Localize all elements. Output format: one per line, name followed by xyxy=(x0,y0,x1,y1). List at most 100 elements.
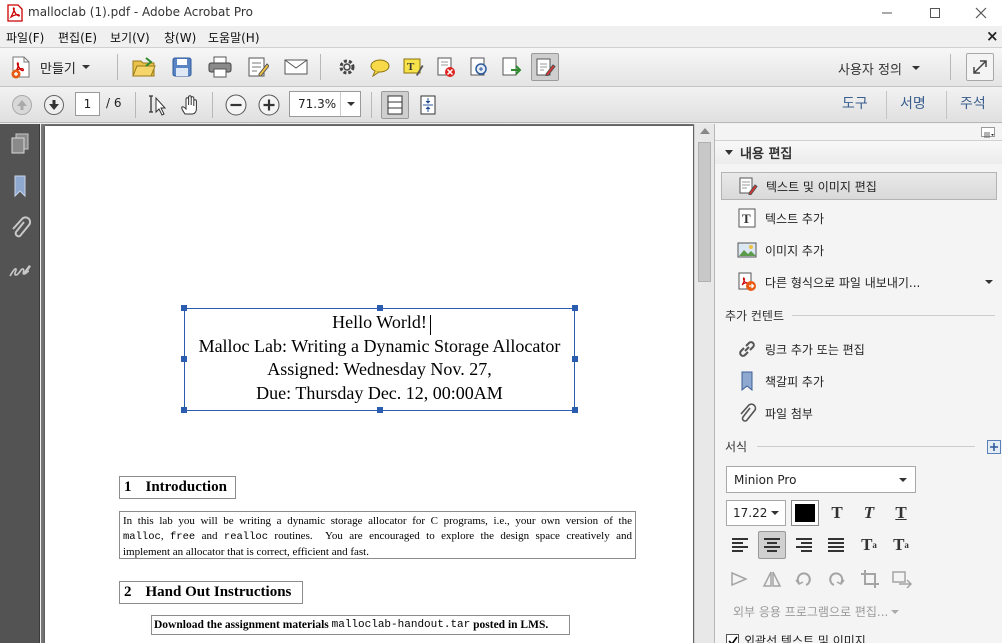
section-heading[interactable]: 1 Introduction xyxy=(119,476,236,499)
main-toolbar: 만들기 T 사용자 정의 xyxy=(0,47,1002,87)
font-value: Minion Pro xyxy=(734,472,797,487)
title-bar: malloclab (1).pdf - Adobe Acrobat Pro xyxy=(0,0,1002,26)
email-icon[interactable] xyxy=(282,53,310,81)
zoom-dropdown-arrow[interactable] xyxy=(340,92,360,116)
show-bounding-boxes-checkbox-row[interactable]: 외곽선 텍스트 및 이미지 xyxy=(726,632,866,643)
comment-icon[interactable] xyxy=(366,53,394,81)
add-link-item[interactable]: 링크 추가 또는 편집 xyxy=(721,335,997,363)
menu-edit[interactable]: 편집(E) xyxy=(58,29,97,46)
font-color-swatch[interactable] xyxy=(791,500,819,526)
intro-paragraph[interactable]: In this lab you will be writing a dynami… xyxy=(119,511,636,559)
redact-icon[interactable] xyxy=(432,53,460,81)
chevron-down-icon[interactable] xyxy=(985,279,993,285)
save-icon[interactable] xyxy=(168,53,196,81)
paperclip-icon xyxy=(737,403,757,423)
gear-icon[interactable] xyxy=(333,53,361,81)
minimize-button[interactable] xyxy=(864,0,910,26)
export-icon[interactable] xyxy=(498,53,526,81)
pdf-page[interactable]: Hello World! Malloc Lab: Writing a Dynam… xyxy=(45,126,693,643)
resize-handle[interactable] xyxy=(377,407,383,413)
align-right-icon[interactable] xyxy=(790,531,818,559)
rotate-left-icon xyxy=(790,565,818,593)
align-center-icon[interactable] xyxy=(758,531,786,559)
create-button[interactable]: 만들기 xyxy=(8,52,102,82)
fit-page-icon[interactable] xyxy=(381,91,409,119)
menu-file[interactable]: 파일(F) xyxy=(6,29,44,46)
close-window-button[interactable] xyxy=(958,0,1002,26)
attach-file-item[interactable]: 파일 첨부 xyxy=(721,399,997,427)
download-instruction[interactable]: Download the assignment materials malloc… xyxy=(151,615,570,635)
customize-dropdown[interactable]: 사용자 정의 xyxy=(838,58,920,78)
header-line: Malloc Lab: Writing a Dynamic Storage Al… xyxy=(198,335,561,356)
chevron-down-icon xyxy=(771,511,779,515)
chevron-down-icon xyxy=(81,65,90,69)
signatures-icon[interactable] xyxy=(6,256,34,284)
crop-image-icon xyxy=(856,565,884,593)
chevron-down-icon xyxy=(346,102,355,106)
align-justify-icon[interactable] xyxy=(822,531,850,559)
scroll-up-arrow[interactable] xyxy=(700,128,710,134)
attachments-icon[interactable] xyxy=(6,214,34,242)
menu-help[interactable]: 도움말(H) xyxy=(208,29,260,46)
section-number: 2 xyxy=(124,584,132,600)
select-cursor-icon[interactable] xyxy=(144,91,172,119)
pages-icon[interactable] xyxy=(6,130,34,158)
section-title: Hand Out Instructions xyxy=(145,584,292,600)
tab-sign[interactable]: 서명 xyxy=(900,93,926,113)
font-select[interactable]: Minion Pro xyxy=(726,466,916,493)
resize-handle[interactable] xyxy=(181,407,187,413)
svg-text:T: T xyxy=(742,211,751,226)
align-left-icon[interactable] xyxy=(726,531,754,559)
prev-page-icon[interactable] xyxy=(8,91,36,119)
edit-text-image-icon[interactable] xyxy=(531,53,559,81)
checkbox[interactable] xyxy=(726,634,739,643)
maximize-button[interactable] xyxy=(912,0,958,26)
image-icon xyxy=(737,240,757,260)
bookmarks-icon[interactable] xyxy=(6,172,34,200)
tab-tools[interactable]: 도구 xyxy=(842,93,868,113)
separator xyxy=(212,92,213,118)
highlight-icon[interactable]: T xyxy=(399,53,427,81)
section-number: 1 xyxy=(124,479,132,495)
zoom-out-icon[interactable] xyxy=(222,91,250,119)
vertical-scrollbar[interactable] xyxy=(694,124,714,643)
resize-handle[interactable] xyxy=(572,407,578,413)
fit-width-icon[interactable] xyxy=(414,91,442,119)
menu-view[interactable]: 보기(V) xyxy=(110,29,150,46)
open-folder-icon[interactable] xyxy=(130,53,158,81)
text-italic-icon[interactable]: T xyxy=(856,500,882,526)
subscript-icon[interactable]: Ta xyxy=(888,532,914,558)
customize-label: 사용자 정의 xyxy=(838,62,902,78)
zoom-value: 71.3% xyxy=(298,97,337,111)
add-format-icon[interactable] xyxy=(987,439,1001,454)
content-edit-header[interactable]: 내용 편집 xyxy=(715,140,1002,164)
tab-comment[interactable]: 주석 xyxy=(960,93,986,113)
page-number-input[interactable]: 1 xyxy=(75,92,100,116)
scroll-thumb[interactable] xyxy=(698,142,711,282)
pane-options-icon[interactable] xyxy=(981,127,995,138)
font-size-select[interactable]: 17.22 xyxy=(726,500,786,526)
edit-form-icon[interactable] xyxy=(244,53,272,81)
text-underline-icon[interactable]: T xyxy=(888,500,914,526)
next-page-icon[interactable] xyxy=(40,91,68,119)
menu-window[interactable]: 창(W) xyxy=(164,29,196,46)
superscript-icon[interactable]: Ta xyxy=(856,532,882,558)
divider xyxy=(792,315,995,316)
section-heading[interactable]: 2 Hand Out Instructions xyxy=(119,581,303,604)
export-file-item[interactable]: 다른 형식으로 파일 내보내기... xyxy=(721,268,997,296)
add-bookmark-item[interactable]: 책갈피 추가 xyxy=(721,367,997,395)
add-image-item[interactable]: 이미지 추가 xyxy=(721,236,997,264)
collapse-triangle-icon xyxy=(725,149,733,155)
close-document-button[interactable]: × xyxy=(986,27,999,45)
text-bold-icon[interactable]: T xyxy=(824,500,850,526)
document-header: Hello World! Malloc Lab: Writing a Dynam… xyxy=(184,311,575,406)
expand-icon[interactable] xyxy=(966,53,994,81)
hand-icon[interactable] xyxy=(176,91,204,119)
add-text-item[interactable]: T 텍스트 추가 xyxy=(721,204,997,232)
rotate-right-icon xyxy=(822,565,850,593)
zoom-select[interactable]: 71.3% xyxy=(289,91,361,117)
scan-icon[interactable] xyxy=(465,53,493,81)
edit-text-images-item[interactable]: 텍스트 및 이미지 편집 xyxy=(721,172,997,200)
zoom-in-icon[interactable] xyxy=(255,91,283,119)
print-icon[interactable] xyxy=(206,53,234,81)
